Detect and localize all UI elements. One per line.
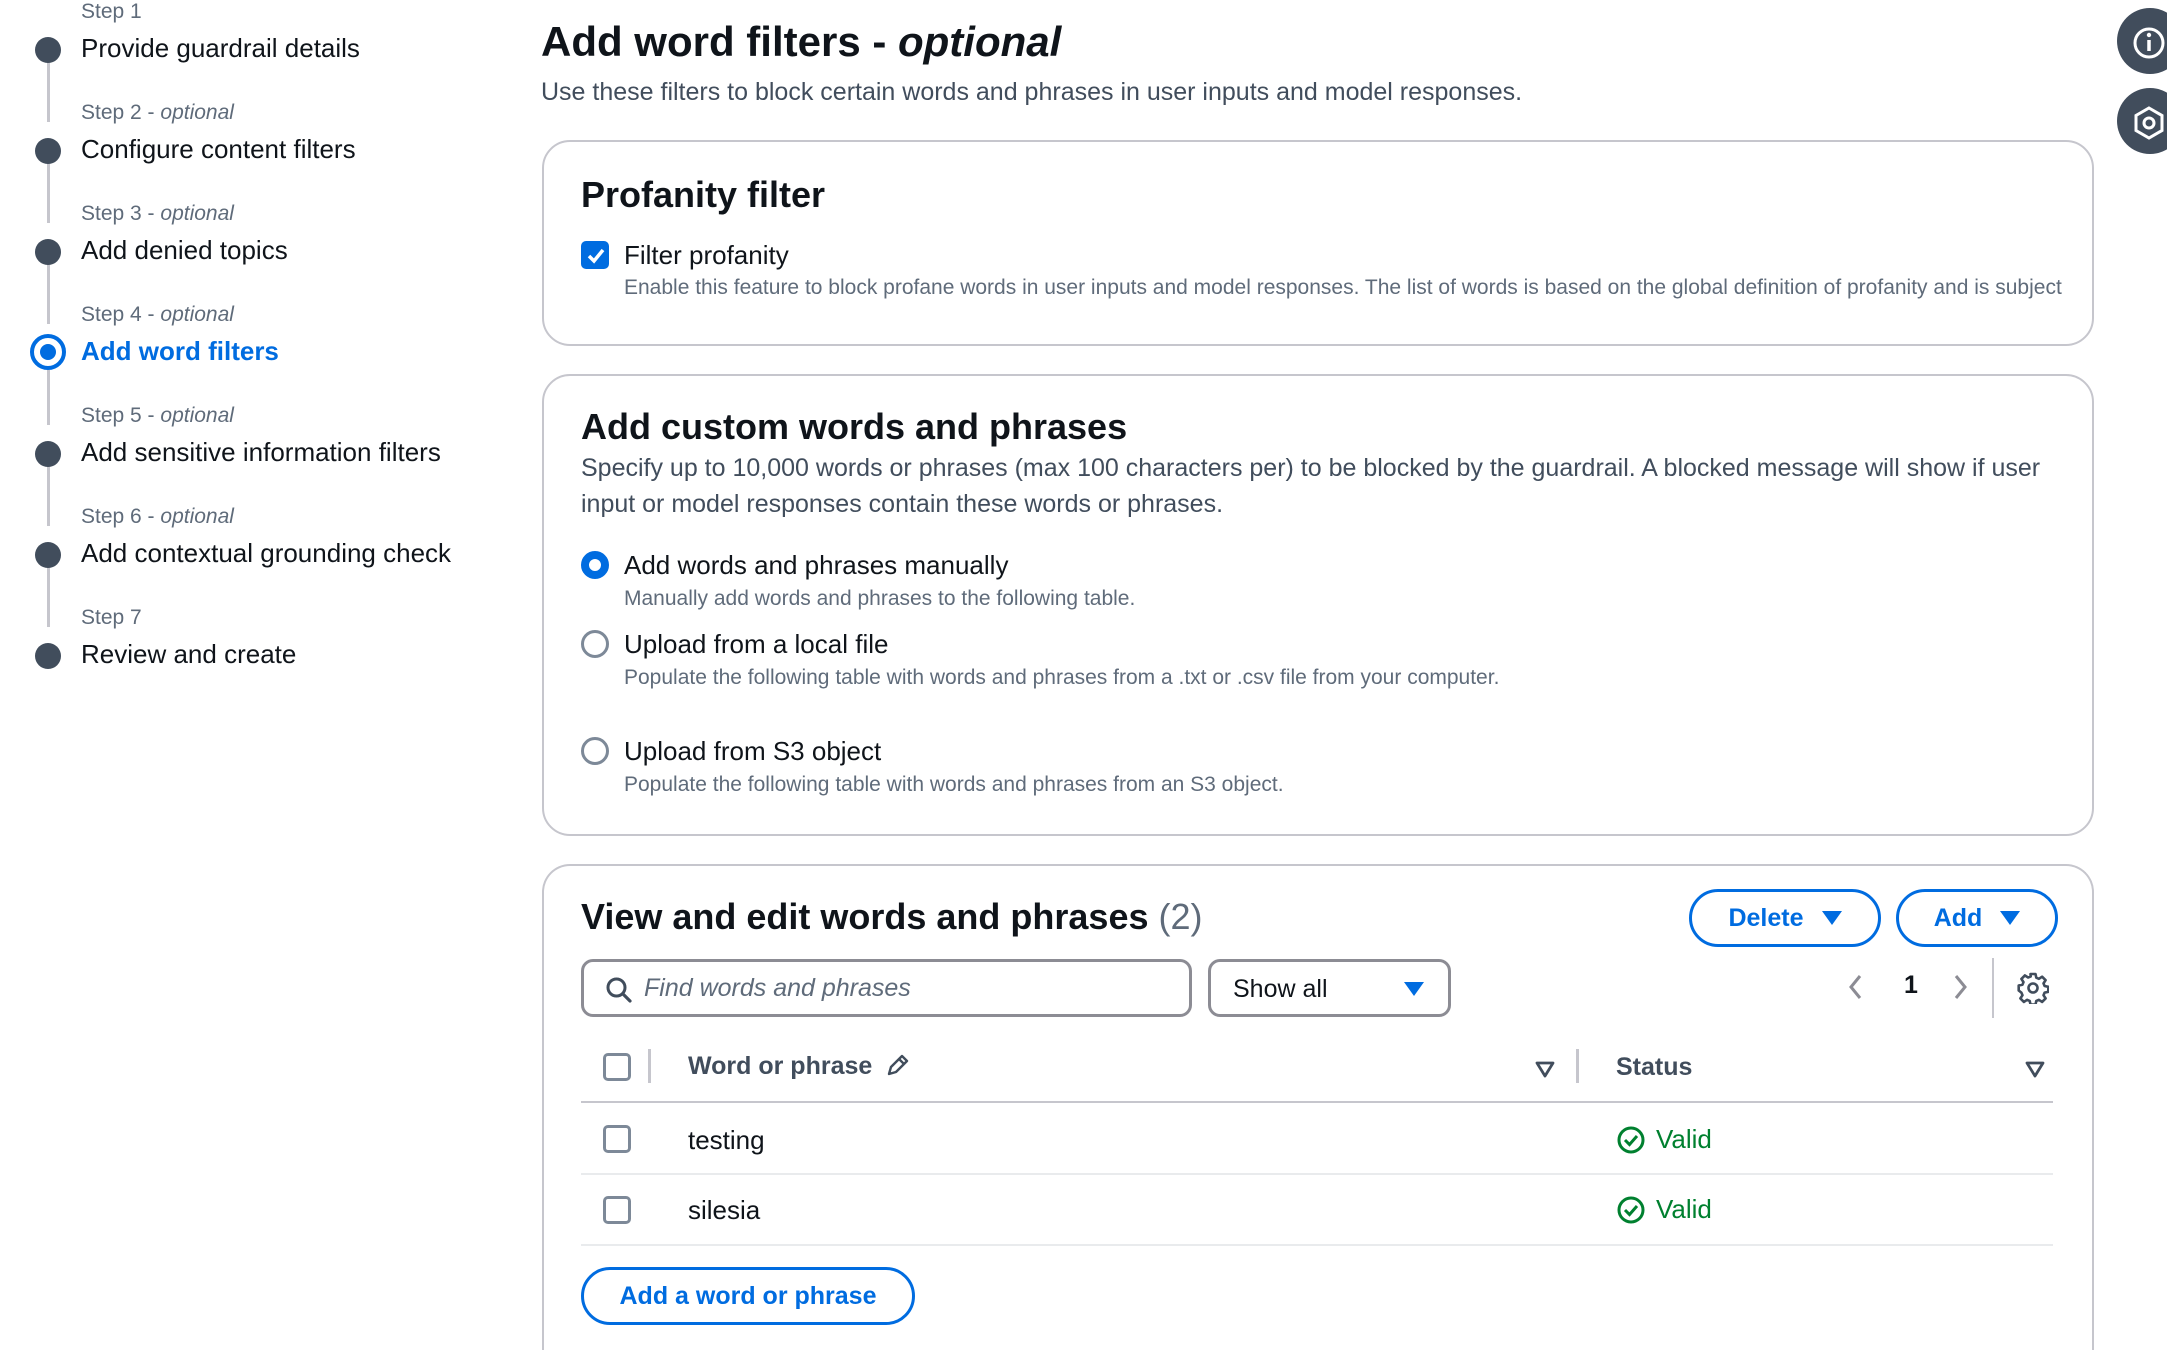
filter-profanity-checkbox[interactable] bbox=[581, 241, 609, 269]
step-link-add-contextual-grounding-check[interactable]: Add contextual grounding check bbox=[81, 538, 451, 569]
table-header-divider bbox=[581, 1101, 2053, 1103]
column-divider bbox=[1576, 1049, 1579, 1083]
word-cell[interactable]: silesia bbox=[688, 1195, 760, 1226]
delete-dropdown-button[interactable]: Delete bbox=[1689, 889, 1881, 947]
info-icon[interactable] bbox=[2117, 8, 2167, 74]
status-filter-value: Show all bbox=[1233, 975, 1328, 1003]
custom-words-title: Add custom words and phrases bbox=[581, 406, 1128, 447]
edit-pencil-icon bbox=[888, 1054, 909, 1076]
checkmark-icon bbox=[587, 248, 605, 264]
gear-icon[interactable] bbox=[2017, 972, 2049, 1004]
add-word-or-phrase-button[interactable]: Add a word or phrase bbox=[581, 1267, 915, 1325]
delete-button-label: Delete bbox=[1728, 903, 1804, 932]
step-number-7: Step 7 bbox=[81, 606, 142, 629]
step-indicator-2 bbox=[35, 138, 61, 164]
check-circle-icon bbox=[1617, 1196, 1645, 1223]
row-checkbox[interactable] bbox=[603, 1196, 631, 1224]
sort-caret-icon[interactable] bbox=[2024, 1060, 2046, 1080]
step-connector bbox=[47, 163, 50, 223]
step-link-add-sensitive-information-filters[interactable]: Add sensitive information filters bbox=[81, 437, 441, 468]
row-divider bbox=[581, 1244, 2053, 1246]
step-link-review-and-create[interactable]: Review and create bbox=[81, 639, 296, 670]
column-header-status[interactable]: Status bbox=[1616, 1053, 1692, 1082]
custom-words-panel: Add custom words and phrases Specify up … bbox=[542, 374, 2094, 836]
option-label-upload-local-file[interactable]: Upload from a local file bbox=[624, 629, 888, 660]
caret-down-icon bbox=[1821, 911, 1842, 925]
filter-profanity-description: Enable this feature to block profane wor… bbox=[624, 276, 2062, 299]
option-label-add-manually[interactable]: Add words and phrases manually bbox=[624, 550, 1008, 581]
next-page-icon[interactable] bbox=[1950, 972, 1970, 1002]
profanity-filter-panel: Profanity filter Filter profanity Enable… bbox=[542, 140, 2094, 346]
step-link-add-denied-topics[interactable]: Add denied topics bbox=[81, 235, 288, 266]
words-count: (2) bbox=[1158, 896, 1203, 937]
step-indicator-1 bbox=[35, 37, 61, 63]
option-description-add-manually: Manually add words and phrases to the fo… bbox=[624, 587, 1136, 610]
option-label-upload-s3-object[interactable]: Upload from S3 object bbox=[624, 736, 881, 767]
status-cell: Valid bbox=[1616, 1194, 1712, 1225]
pager-divider bbox=[1992, 958, 1994, 1018]
step-connector bbox=[47, 264, 50, 324]
row-checkbox[interactable] bbox=[603, 1125, 631, 1153]
add-dropdown-button[interactable]: Add bbox=[1896, 889, 2058, 947]
radio-upload-local-file[interactable] bbox=[581, 630, 609, 658]
step-connector bbox=[47, 567, 50, 627]
page-description: Use these filters to block certain words… bbox=[541, 78, 1523, 106]
step-link-configure-content-filters[interactable]: Configure content filters bbox=[81, 134, 356, 165]
step-number-5: Step 5 - optional bbox=[81, 404, 234, 427]
step-connector bbox=[47, 466, 50, 526]
status-cell: Valid bbox=[1616, 1124, 1712, 1155]
radio-upload-s3-object[interactable] bbox=[581, 737, 609, 765]
step-connector bbox=[47, 370, 50, 425]
custom-words-description: Specify up to 10,000 words or phrases (m… bbox=[581, 454, 2041, 518]
column-divider bbox=[648, 1049, 651, 1083]
words-table-panel: View and edit words and phrases (2) Dele… bbox=[542, 864, 2094, 1350]
step-link-provide-guardrail-details[interactable]: Provide guardrail details bbox=[81, 33, 360, 64]
select-all-checkbox[interactable] bbox=[603, 1053, 631, 1081]
profanity-filter-title: Profanity filter bbox=[581, 174, 826, 215]
add-button-label: Add bbox=[1933, 903, 1983, 932]
step-indicator-4-current bbox=[30, 334, 66, 370]
step-number-4: Step 4 - optional bbox=[81, 303, 234, 326]
feedback-icon[interactable] bbox=[2117, 88, 2167, 154]
step-indicator-6 bbox=[35, 542, 61, 568]
step-connector bbox=[47, 62, 50, 122]
caret-down-icon bbox=[2000, 911, 2021, 925]
radio-add-manually[interactable] bbox=[581, 551, 609, 579]
search-icon bbox=[606, 977, 632, 1003]
search-input[interactable] bbox=[644, 968, 1174, 1008]
words-table-title: View and edit words and phrases (2) bbox=[581, 896, 1203, 937]
status-filter-select[interactable]: Show all bbox=[1208, 959, 1451, 1017]
step-number-3: Step 3 - optional bbox=[81, 202, 234, 225]
sort-caret-icon[interactable] bbox=[1534, 1060, 1556, 1080]
search-field[interactable] bbox=[581, 959, 1192, 1017]
step-number-2: Step 2 - optional bbox=[81, 101, 234, 124]
step-indicator-3 bbox=[35, 239, 61, 265]
word-cell[interactable]: testing bbox=[688, 1125, 765, 1156]
step-indicator-5 bbox=[35, 441, 61, 467]
step-indicator-7 bbox=[35, 643, 61, 669]
step-current-add-word-filters: Add word filters bbox=[81, 336, 279, 366]
check-circle-icon bbox=[1617, 1126, 1645, 1153]
filter-profanity-label[interactable]: Filter profanity bbox=[624, 240, 789, 271]
wizard-steps-nav: Step 1 Provide guardrail details Step 2 … bbox=[0, 0, 520, 700]
previous-page-icon[interactable] bbox=[1846, 972, 1866, 1002]
caret-down-icon bbox=[1404, 982, 1424, 996]
column-header-word-or-phrase[interactable]: Word or phrase bbox=[688, 1052, 911, 1081]
option-description-upload-local-file: Populate the following table with words … bbox=[624, 666, 1500, 689]
page-title: Add word filters - optional bbox=[541, 18, 1062, 65]
option-description-upload-s3-object: Populate the following table with words … bbox=[624, 773, 1284, 796]
current-page-number[interactable]: 1 bbox=[1904, 971, 1918, 1000]
step-number-6: Step 6 - optional bbox=[81, 505, 234, 528]
row-divider bbox=[581, 1173, 2053, 1175]
step-number-1: Step 1 bbox=[81, 0, 142, 23]
